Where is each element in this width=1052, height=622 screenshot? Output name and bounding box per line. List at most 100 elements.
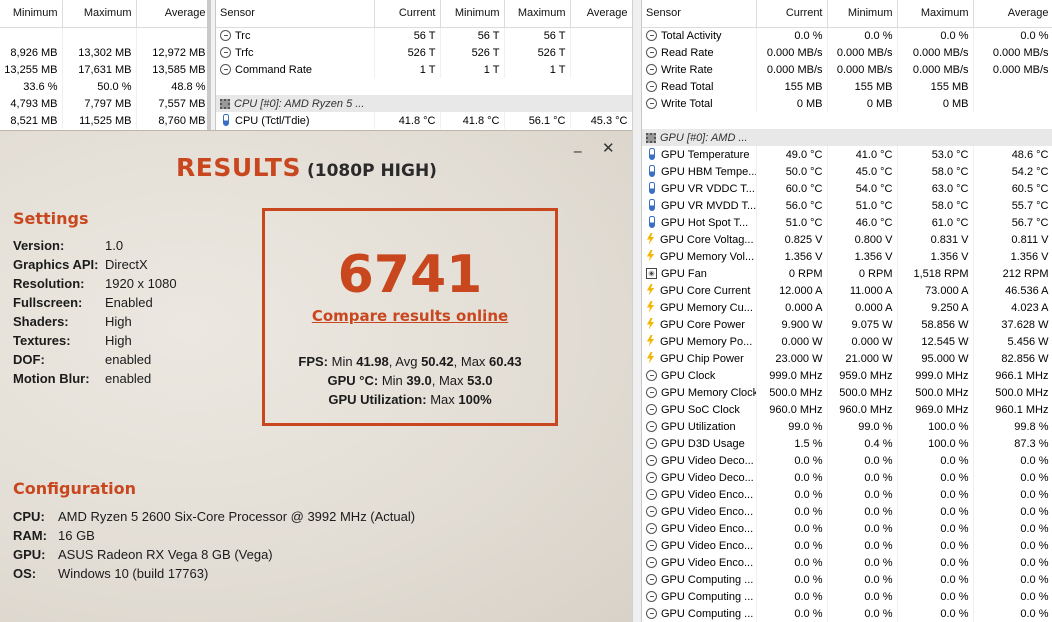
table-row[interactable] — [0, 27, 207, 44]
minimum-cell: 526 T — [440, 44, 505, 61]
sensor-row[interactable]: GPU Memory Clock 500.0 MHz 500.0 MHz 500.0 … — [642, 384, 1052, 401]
compare-results-link[interactable]: Compare results online — [265, 307, 555, 325]
sensor-row[interactable]: GPU Utilization 99.0 % 99.0 % 100.0 % 99.8 % — [642, 418, 1052, 435]
maximum-cell: 0.0 % — [897, 27, 974, 44]
current-cell: 51.0 °C — [756, 214, 828, 231]
col-maximum-header[interactable]: Maximum — [897, 0, 974, 28]
clock-icon — [646, 63, 657, 75]
minimum-cell: 0.0 % — [827, 486, 898, 503]
col-minimum-header[interactable]: Minimum — [440, 0, 505, 28]
sensor-label: Write Total — [661, 97, 713, 110]
sensor-name-cell: GPU Temperature — [642, 146, 757, 163]
sensor-name-cell: GPU Hot Spot T... — [642, 214, 757, 231]
sensor-row[interactable]: GPU Video Enco... 0.0 % 0.0 % 0.0 % 0.0 % — [642, 503, 1052, 520]
average-cell — [570, 61, 632, 78]
maximum-cell: 0.0 % — [897, 554, 974, 571]
sensor-row[interactable]: Trc 56 T 56 T 56 T — [216, 27, 632, 44]
sensor-row[interactable]: Write Total 0 MB 0 MB 0 MB — [642, 95, 1052, 112]
col-maximum-header[interactable]: Maximum — [504, 0, 571, 28]
sensor-row[interactable]: Total Activity 0.0 % 0.0 % 0.0 % 0.0 % — [642, 27, 1052, 44]
sensor-row[interactable]: GPU VR MVDD T... 56.0 °C 51.0 °C 58.0 °C 55.… — [642, 197, 1052, 214]
sensor-row[interactable]: GPU Memory Po... 0.000 W 0.000 W 12.545 W 5.… — [642, 333, 1052, 350]
sensor-group-row[interactable]: GPU [#0]: AMD ... — [642, 129, 1052, 146]
sensor-name-cell: GPU Video Deco... — [642, 452, 757, 469]
sensor-row[interactable]: Trfc 526 T 526 T 526 T — [216, 44, 632, 61]
sensor-row[interactable]: GPU D3D Usage 1.5 % 0.4 % 100.0 % 87.3 % — [642, 435, 1052, 452]
config-key: GPU: — [13, 547, 46, 562]
memory-sensor-pane: Minimum Maximum Average 8,926 MB 13,302 M… — [0, 0, 210, 130]
sensor-row[interactable]: GPU Temperature 49.0 °C 41.0 °C 53.0 °C 48.6… — [642, 146, 1052, 163]
current-cell: 99.0 % — [756, 418, 828, 435]
current-cell: 0.0 % — [756, 605, 828, 622]
sensor-row[interactable]: GPU Video Deco... 0.0 % 0.0 % 0.0 % 0.0 % — [642, 469, 1052, 486]
pane-scrollbar-gutter[interactable] — [632, 0, 641, 622]
setting-key: Fullscreen: — [13, 295, 83, 310]
minimize-button[interactable]: _ — [574, 135, 582, 153]
sensor-row[interactable]: GPU Memory Vol... 1.356 V 1.356 V 1.356 V 1.… — [642, 248, 1052, 265]
sensor-name-cell: GPU Video Enco... — [642, 486, 757, 503]
sensor-row[interactable]: GPU Video Enco... 0.0 % 0.0 % 0.0 % 0.0 % — [642, 520, 1052, 537]
sensor-group-row[interactable]: CPU [#0]: AMD Ryzen 5 ... — [216, 95, 632, 112]
lightning-icon — [646, 351, 655, 364]
sensor-row[interactable]: GPU Computing ... 0.0 % 0.0 % 0.0 % 0.0 % — [642, 588, 1052, 605]
maximum-cell: 0.000 MB/s — [897, 44, 974, 61]
sensor-label: Trfc — [235, 46, 254, 59]
minimum-cell: 0 MB — [827, 95, 898, 112]
table-row[interactable]: 8,521 MB 11,525 MB 8,760 MB — [0, 112, 207, 129]
sensor-row[interactable]: GPU Hot Spot T... 51.0 °C 46.0 °C 61.0 °C 56… — [642, 214, 1052, 231]
clock-icon — [646, 505, 657, 517]
sensor-row[interactable]: GPU Computing ... 0.0 % 0.0 % 0.0 % 0.0 % — [642, 605, 1052, 622]
sensor-label: Trc — [235, 29, 251, 42]
col-sensor-header[interactable]: Sensor — [216, 0, 375, 28]
sensor-row[interactable]: GPU Memory Cu... 0.000 A 0.000 A 9.250 A 4.0… — [642, 299, 1052, 316]
sensor-row[interactable]: GPU Core Power 9.900 W 9.075 W 58.856 W 37.6… — [642, 316, 1052, 333]
sensor-row[interactable]: GPU Fan 0 RPM 0 RPM 1,518 RPM 212 RPM — [642, 265, 1052, 282]
sensor-name-cell: GPU Computing ... — [642, 588, 757, 605]
sensor-row[interactable]: Command Rate 1 T1 T1 T — [216, 61, 632, 78]
sensor-label: GPU Memory Clock — [661, 386, 756, 399]
sensor-row[interactable]: GPU Video Enco... 0.0 % 0.0 % 0.0 % 0.0 % — [642, 537, 1052, 554]
close-button[interactable]: ✕ — [602, 139, 615, 157]
sensor-row[interactable]: Read Total 155 MB 155 MB 155 MB — [642, 78, 1052, 95]
sensor-row[interactable]: GPU HBM Tempe... 50.0 °C 45.0 °C 58.0 °C 54.… — [642, 163, 1052, 180]
average-cell: 0.0 % — [973, 605, 1052, 622]
sensor-row[interactable]: Read Rate 0.000 MB/s 0.000 MB/s 0.000 MB/s 0… — [642, 44, 1052, 61]
sensor-row[interactable]: GPU Clock 999.0 MHz 959.0 MHz 999.0 MHz 966.… — [642, 367, 1052, 384]
col-average-header[interactable]: Average — [973, 0, 1052, 28]
col-current-header[interactable]: Current — [374, 0, 441, 28]
benchmark-results-window: _ ✕ RESULTS (1080P HIGH) Settings Version… — [0, 130, 632, 622]
sensor-row[interactable]: GPU Video Enco... 0.0 % 0.0 % 0.0 % 0.0 % — [642, 486, 1052, 503]
sensor-row[interactable]: GPU Core Current 12.000 A 11.000 A 73.000 A… — [642, 282, 1052, 299]
maximum-cell: 1 T — [504, 61, 571, 78]
clock-icon — [646, 539, 657, 551]
config-value: AMD Ryzen 5 2600 Six-Core Processor @ 39… — [58, 509, 416, 524]
table-row[interactable]: 8,926 MB 13,302 MB 12,972 MB — [0, 44, 207, 61]
sensor-row[interactable]: GPU SoC Clock 960.0 MHz 960.0 MHz 969.0 MHz… — [642, 401, 1052, 418]
sensor-row[interactable]: Write Rate 0.000 MB/s 0.000 MB/s 0.000 MB/s… — [642, 61, 1052, 78]
col-sensor-header[interactable]: Sensor — [642, 0, 757, 28]
col-minimum-header[interactable]: Minimum — [827, 0, 898, 28]
col-current-header[interactable]: Current — [756, 0, 828, 28]
sensor-row[interactable]: GPU Chip Power 23.000 W 21.000 W 95.000 W 82… — [642, 350, 1052, 367]
current-cell: 0.0 % — [756, 452, 828, 469]
col-average-header[interactable]: Average — [136, 0, 207, 28]
maximum-cell: 0.0 % — [897, 520, 974, 537]
sensor-name-cell: GPU Core Power — [642, 316, 757, 333]
sensor-row[interactable]: GPU Video Deco... 0.0 % 0.0 % 0.0 % 0.0 % — [642, 452, 1052, 469]
maximum-cell — [62, 27, 137, 44]
table-row[interactable]: 4,793 MB 7,797 MB 7,557 MB — [0, 95, 207, 112]
sensor-row[interactable]: GPU Core Voltag... 0.825 V 0.800 V 0.831 V0… — [642, 231, 1052, 248]
col-minimum-header[interactable]: Minimum — [0, 0, 63, 28]
minimum-cell: 33.6 % — [0, 78, 63, 95]
table-row[interactable]: 13,255 MB 17,631 MB 13,585 MB — [0, 61, 207, 78]
maximum-cell: 0.000 MB/s — [897, 61, 974, 78]
sensor-label: GPU Video Enco... — [661, 505, 754, 518]
sensor-label: Write Rate — [661, 63, 713, 76]
table-row[interactable]: 33.6 % 50.0 % 48.8 % — [0, 78, 207, 95]
sensor-row[interactable]: GPU Computing ... 0.0 % 0.0 % 0.0 % 0.0 % — [642, 571, 1052, 588]
sensor-row[interactable]: CPU (Tctl/Tdie) 41.8 °C 41.8 °C 56.1 °C 45.3… — [216, 112, 632, 129]
col-maximum-header[interactable]: Maximum — [62, 0, 137, 28]
sensor-row[interactable]: GPU Video Enco... 0.0 % 0.0 % 0.0 % 0.0 % — [642, 554, 1052, 571]
col-average-header[interactable]: Average — [570, 0, 632, 28]
sensor-row[interactable]: GPU VR VDDC T... 60.0 °C 54.0 °C 63.0 °C 60.… — [642, 180, 1052, 197]
